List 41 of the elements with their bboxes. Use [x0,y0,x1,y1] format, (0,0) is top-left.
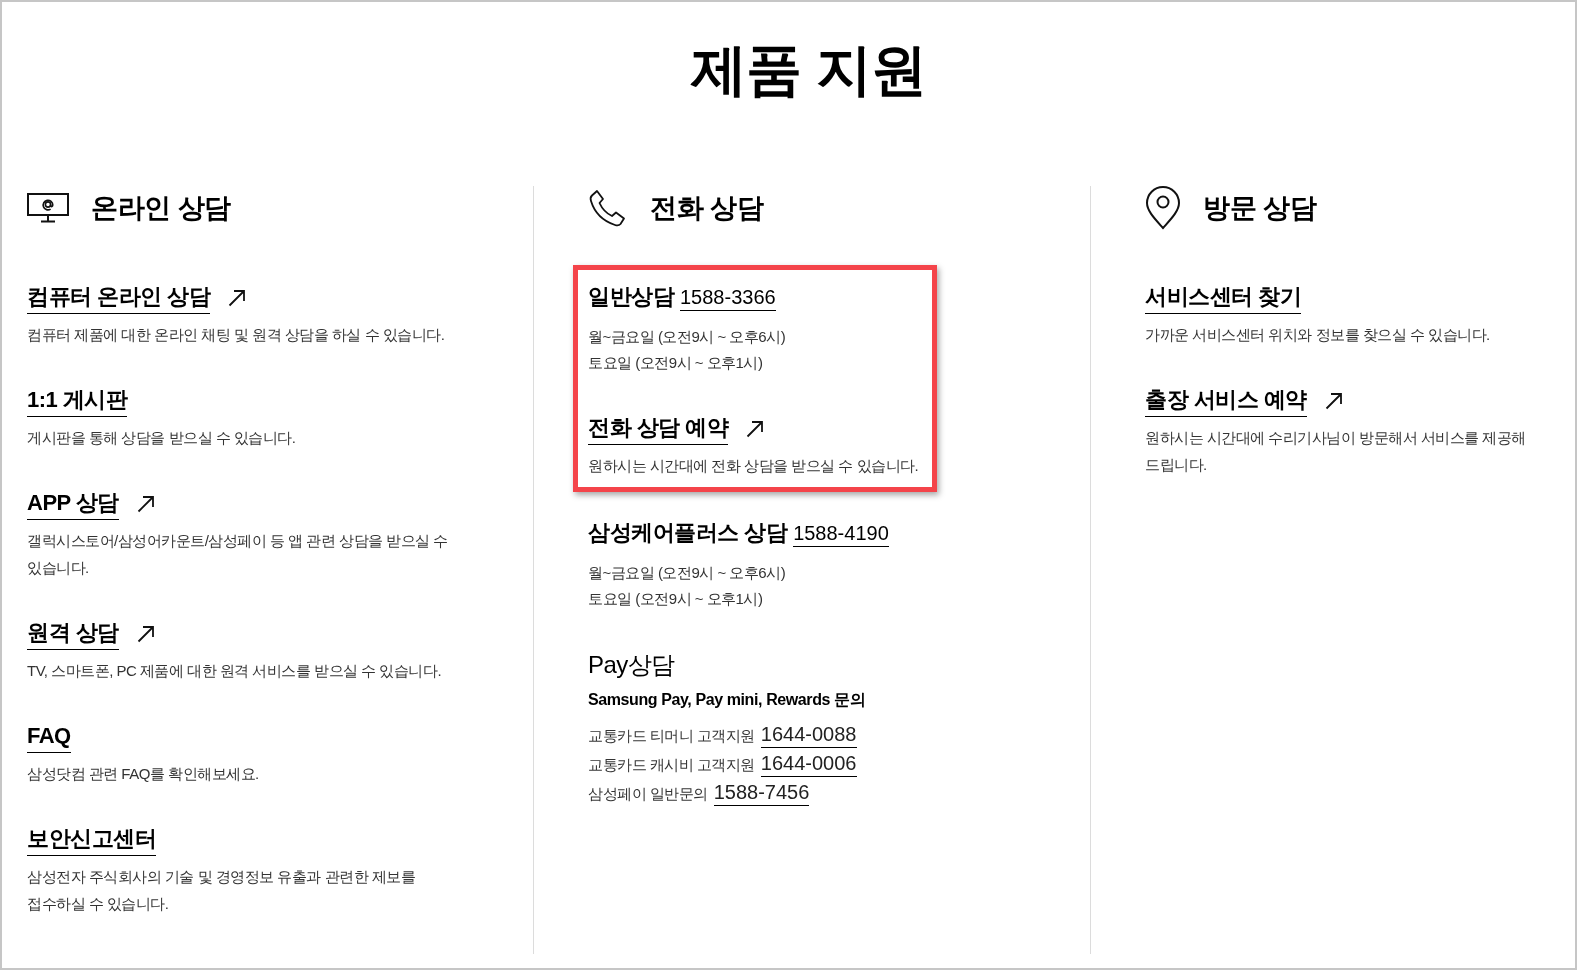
description-text: 원하시는 시간대에 수리기사님이 방문해서 서비스를 제공해 드립니다. [1145,428,1527,475]
section-heading: 온라인 상담 [91,192,231,225]
description-text: 삼성닷컴 관련 FAQ를 확인해보세요. [27,764,259,784]
phone-number-link[interactable]: 1644-0088 [760,721,857,748]
description-text: 원하시는 시간대에 전화 상담을 받으실 수 있습니다. [588,456,919,476]
consultation-link[interactable]: 출장 서비스 예약 [1145,385,1307,417]
consultation-link[interactable]: 원격 상담 [27,618,119,650]
support-label: 삼성페이 일반문의 [588,785,708,804]
phone-number-link[interactable]: 1644-0006 [760,750,857,777]
hours-text: 월~금요일 (오전9시 ~ 오후6시) [588,327,787,347]
description-text: 삼성전자 주식회사의 기술 및 경영정보 유출과 관련한 제보를 접수하실 수 있습니다. [27,867,417,914]
section-heading: 전화 상담 [650,192,763,225]
support-label: 교통카드 티머니 고객지원 [588,727,755,746]
phone-number-link[interactable]: 1588-3366 [680,284,776,311]
phone-number-link[interactable]: 1588-4190 [793,520,889,547]
support-label: 교통카드 캐시비 고객지원 [588,756,755,775]
service-subtitle: Samsung Pay, Pay mini, Rewards 문의 [588,690,866,710]
description-text: 갤럭시스토어/삼성어카운트/삼성페이 등 앱 관련 상담을 받으실 수 있습니다. [27,531,449,578]
monitor-icon [27,193,69,223]
description-text: 가까운 서비스센터 위치와 정보를 찾으실 수 있습니다. [1145,325,1490,345]
page-title: 제품 지원 [689,37,927,103]
service-title: 삼성케어플러스 상담 [588,519,788,547]
consultation-link[interactable]: 컴퓨터 온라인 상담 [27,282,211,314]
consultation-link[interactable]: 전화 상담 예약 [588,413,729,445]
description-text: TV, 스마트폰, PC 제품에 대한 원격 서비스를 받으실 수 있습니다. [27,661,442,681]
hours-text: 토요일 (오전9시 ~ 오후1시) [588,353,764,373]
phone-number-link[interactable]: 1588-7456 [713,779,810,806]
phone-icon [588,188,628,228]
consultation-link[interactable]: APP 상담 [27,488,119,520]
hours-text: 월~금요일 (오전9시 ~ 오후6시) [588,563,787,583]
description-text: 게시판을 통해 상담을 받으실 수 있습니다. [27,428,296,448]
consultation-link[interactable]: FAQ [27,721,71,753]
consultation-link[interactable]: 1:1 게시판 [27,385,128,417]
service-title: Pay상담 [588,650,676,680]
section-heading: 방문 상담 [1203,192,1316,225]
consultation-link[interactable]: 보안신고센터 [27,824,156,856]
consultation-link[interactable]: 서비스센터 찾기 [1145,282,1302,314]
description-text: 컴퓨터 제품에 대한 온라인 채팅 및 원격 상담을 하실 수 있습니다. [27,325,445,345]
service-title: 일반상담 [588,283,674,311]
location-pin-icon [1145,186,1181,230]
hours-text: 토요일 (오전9시 ~ 오후1시) [588,589,764,609]
